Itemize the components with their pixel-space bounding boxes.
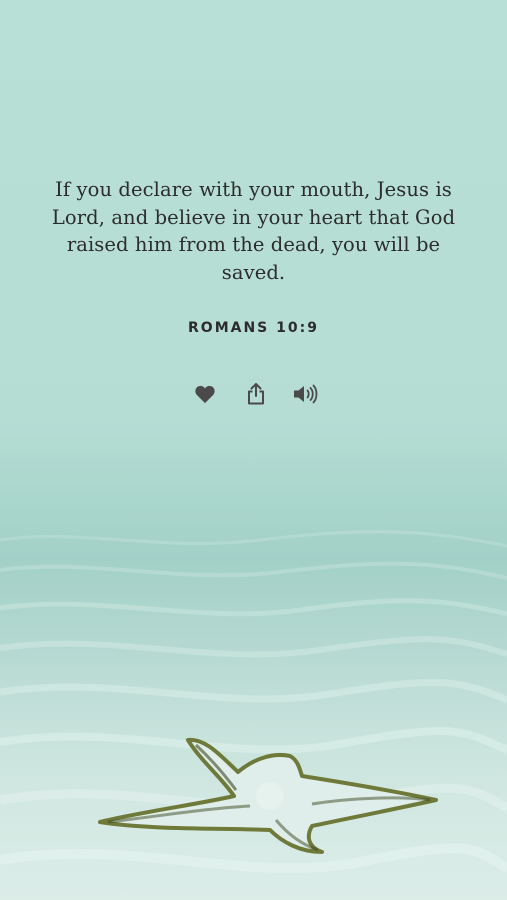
heart-icon [195, 385, 215, 404]
verse-screen: If you declare with your mouth, Jesus is… [0, 0, 507, 900]
share-icon [248, 383, 264, 405]
sea-floor-background [0, 480, 507, 900]
audio-button[interactable] [291, 380, 319, 408]
verse-text: If you declare with your mouth, Jesus is… [51, 178, 456, 284]
share-button[interactable] [242, 380, 270, 408]
verse-reference: ROMANS 10:9 [188, 320, 319, 336]
verse-actions [0, 380, 507, 408]
speaker-icon [294, 384, 318, 404]
like-button[interactable] [191, 380, 219, 408]
